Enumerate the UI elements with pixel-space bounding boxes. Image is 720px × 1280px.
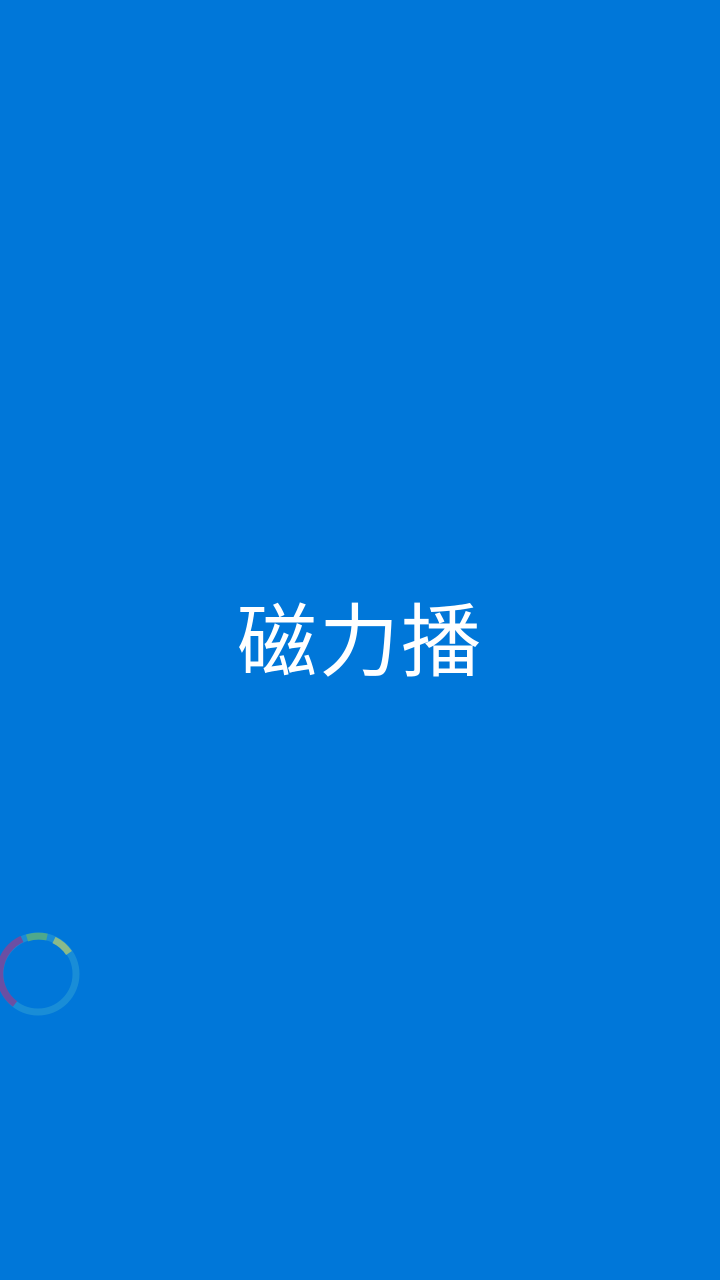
loading-ring-icon [0, 932, 80, 1016]
floating-assistant-button[interactable] [0, 928, 84, 1020]
splash-screen: 磁力播 [0, 0, 720, 1280]
ring-purple-segment [0, 935, 24, 1007]
ring-lightgreen-segment [52, 936, 72, 956]
app-title: 磁力播 [237, 596, 483, 689]
ring-green-segment [25, 932, 48, 942]
